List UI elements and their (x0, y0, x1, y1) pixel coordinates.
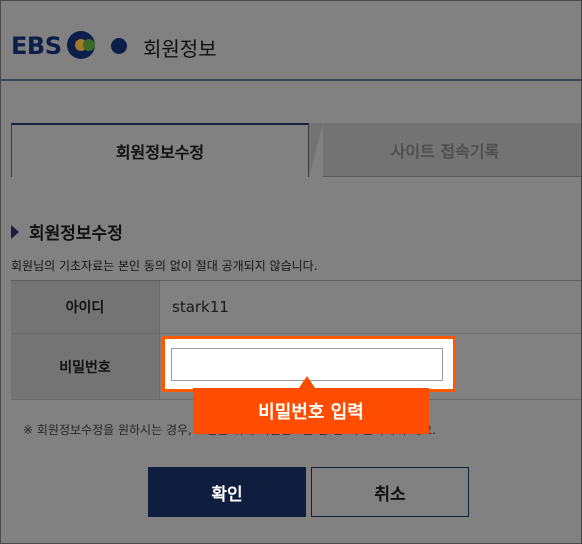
id-value: stark11 (172, 298, 229, 316)
logo-text: EBS (11, 32, 62, 60)
section-description: 회원님의 기초자료는 본인 동의 없이 절대 공개되지 않습니다. (11, 259, 318, 273)
confirm-button[interactable]: 확인 (148, 467, 306, 517)
page-frame: EBS 회원정보 회원정보수정 사이트 접속기록 회원정보수정 회원님의 기초자… (0, 0, 582, 544)
callout-arrow (299, 376, 315, 388)
tab-site-access-log[interactable]: 사이트 접속기록 (309, 123, 581, 177)
ebs-logo[interactable]: EBS (11, 31, 128, 61)
section-title-text: 회원정보수정 (29, 224, 123, 244)
cancel-button[interactable]: 취소 (311, 467, 469, 517)
tab-slant (309, 123, 323, 177)
section-title: 회원정보수정 (11, 219, 123, 244)
logo-dot-icon (111, 38, 128, 54)
password-label: 비밀번호 (11, 334, 160, 399)
page-title: 회원정보 (143, 37, 217, 61)
id-row: 아이디 stark11 (11, 281, 581, 334)
logo-mark-icon (67, 31, 107, 61)
chevron-right-icon (11, 224, 19, 239)
id-label: 아이디 (11, 281, 160, 333)
header: EBS 회원정보 (1, 1, 581, 81)
password-callout: 비밀번호 입력 (193, 388, 429, 434)
tab-member-info-edit[interactable]: 회원정보수정 (11, 123, 309, 177)
tab-bar: 회원정보수정 사이트 접속기록 (11, 123, 581, 177)
